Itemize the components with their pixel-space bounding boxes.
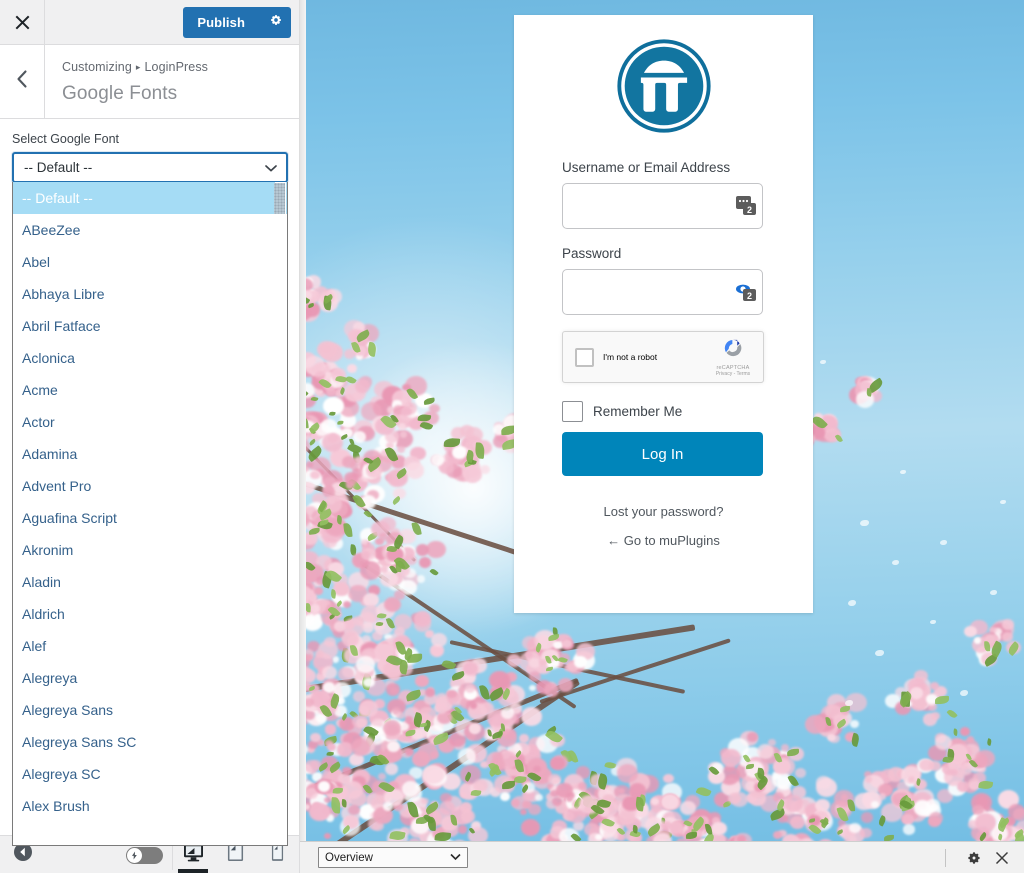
font-option[interactable]: ABeeZee: [13, 214, 287, 246]
preview-mode-select[interactable]: Overview: [318, 847, 468, 868]
customizer-sidebar: Publish Customizing ▸ LoginPress Google …: [0, 0, 300, 873]
font-option[interactable]: Adamina: [13, 438, 287, 470]
breadcrumb: Customizing ▸ LoginPress: [62, 59, 208, 76]
username-label: Username or Email Address: [562, 160, 731, 175]
google-font-selected-value: -- Default --: [24, 160, 93, 175]
font-option[interactable]: Abhaya Libre: [13, 278, 287, 310]
site-preview-pane[interactable]: Username or Email Address 2 Password 2 I…: [300, 0, 1024, 841]
customizer-topbar: Publish: [0, 0, 299, 45]
publish-group: Publish: [183, 7, 291, 38]
font-option[interactable]: Aclonica: [13, 342, 287, 374]
desktop-icon: [183, 843, 204, 867]
breadcrumb-separator-icon: ▸: [135, 62, 141, 72]
lightning-toggle-icon: [127, 848, 142, 863]
font-option[interactable]: Aladin: [13, 566, 287, 598]
chevron-down-icon: [264, 161, 278, 175]
breadcrumb-root: Customizing: [62, 60, 132, 74]
font-option[interactable]: Akronim: [13, 534, 287, 566]
option-list-scrollbar[interactable]: [274, 182, 286, 845]
remember-me-checkbox[interactable]: [562, 401, 583, 422]
password-field-wrap: 2: [562, 269, 765, 315]
lost-password-link[interactable]: Lost your password?: [562, 504, 765, 519]
recaptcha-branding: reCAPTCHA Privacy - Terms: [710, 337, 756, 377]
recaptcha-brand-links[interactable]: Privacy - Terms: [710, 371, 756, 377]
page-title: Google Fonts: [62, 83, 178, 104]
recaptcha-label: I'm not a robot: [603, 352, 658, 362]
font-option[interactable]: Advent Pro: [13, 470, 287, 502]
preview-footer-actions: [945, 842, 1014, 873]
back-to-site-link[interactable]: ← Go to muPlugins: [562, 533, 765, 548]
recaptcha-checkbox[interactable]: [575, 347, 594, 367]
font-option[interactable]: Aldrich: [13, 598, 287, 630]
wordpress-logo-icon: [514, 15, 813, 143]
font-option[interactable]: Alegreya SC: [13, 758, 287, 790]
google-font-option-list[interactable]: -- Default -- ABeeZee Abel Abhaya Libre Abri…: [12, 182, 288, 846]
section-header: Customizing ▸ LoginPress Google Fonts: [0, 45, 299, 119]
font-option[interactable]: Actor: [13, 406, 287, 438]
recaptcha-icon: [724, 339, 742, 357]
gear-icon[interactable]: [962, 846, 986, 870]
login-fields: Username or Email Address 2 Password 2 I…: [514, 159, 813, 548]
preview-status-bar: Overview: [300, 841, 1024, 873]
close-icon[interactable]: [990, 846, 1014, 870]
remember-me-label: Remember Me: [593, 404, 683, 419]
password-manager-eye-icon[interactable]: 2: [736, 282, 758, 302]
gear-icon: [269, 13, 283, 32]
username-field-wrap: 2: [562, 183, 765, 229]
breadcrumb-parent: LoginPress: [144, 60, 209, 74]
username-input[interactable]: [562, 183, 763, 229]
password-input[interactable]: [562, 269, 763, 315]
section-back-button[interactable]: [0, 45, 45, 118]
publish-button[interactable]: Publish: [183, 7, 259, 38]
option-list-scroll-thumb[interactable]: [274, 183, 285, 214]
chevron-left-icon: [16, 70, 28, 93]
customizer-screen: Username or Email Address 2 Password 2 I…: [0, 0, 1024, 873]
google-font-label: Select Google Font: [12, 132, 120, 146]
publish-settings-button[interactable]: [259, 7, 291, 38]
google-font-select[interactable]: -- Default --: [12, 152, 288, 183]
font-option[interactable]: Alex Brush: [13, 790, 287, 822]
svg-text:2: 2: [747, 291, 752, 301]
svg-text:2: 2: [747, 205, 752, 215]
password-manager-icon[interactable]: 2: [736, 196, 758, 216]
close-icon: [15, 15, 30, 30]
font-option[interactable]: -- Default --: [13, 182, 287, 214]
preview-link-toggle[interactable]: [126, 847, 163, 864]
close-customizer-button[interactable]: [0, 0, 45, 44]
font-option[interactable]: Alef: [13, 630, 287, 662]
preview-gutter: [300, 0, 306, 841]
font-option[interactable]: Acme: [13, 374, 287, 406]
remember-me-row: Remember Me: [562, 401, 765, 422]
font-option[interactable]: Abril Fatface: [13, 310, 287, 342]
section-header-texts: Customizing ▸ LoginPress Google Fonts: [45, 45, 208, 118]
font-option[interactable]: Abel: [13, 246, 287, 278]
login-submit-button[interactable]: Log In: [562, 432, 763, 476]
preview-mode-value: Overview: [325, 851, 373, 864]
control-area: Select Google Font -- Default -- -- Defa…: [0, 119, 299, 846]
font-option[interactable]: Aguafina Script: [13, 502, 287, 534]
font-option[interactable]: Alegreya Sans: [13, 694, 287, 726]
recaptcha-widget[interactable]: I'm not a robot reCAPTCHA Privacy - Term…: [562, 331, 764, 383]
login-form-card: Username or Email Address 2 Password 2 I…: [514, 15, 813, 613]
login-links: Lost your password? ← Go to muPlugins: [562, 504, 765, 548]
font-option[interactable]: Alegreya Sans SC: [13, 726, 287, 758]
chevron-down-icon: [450, 852, 461, 864]
password-label: Password: [562, 246, 622, 261]
footer-divider: [945, 849, 946, 867]
font-option[interactable]: Alegreya: [13, 662, 287, 694]
